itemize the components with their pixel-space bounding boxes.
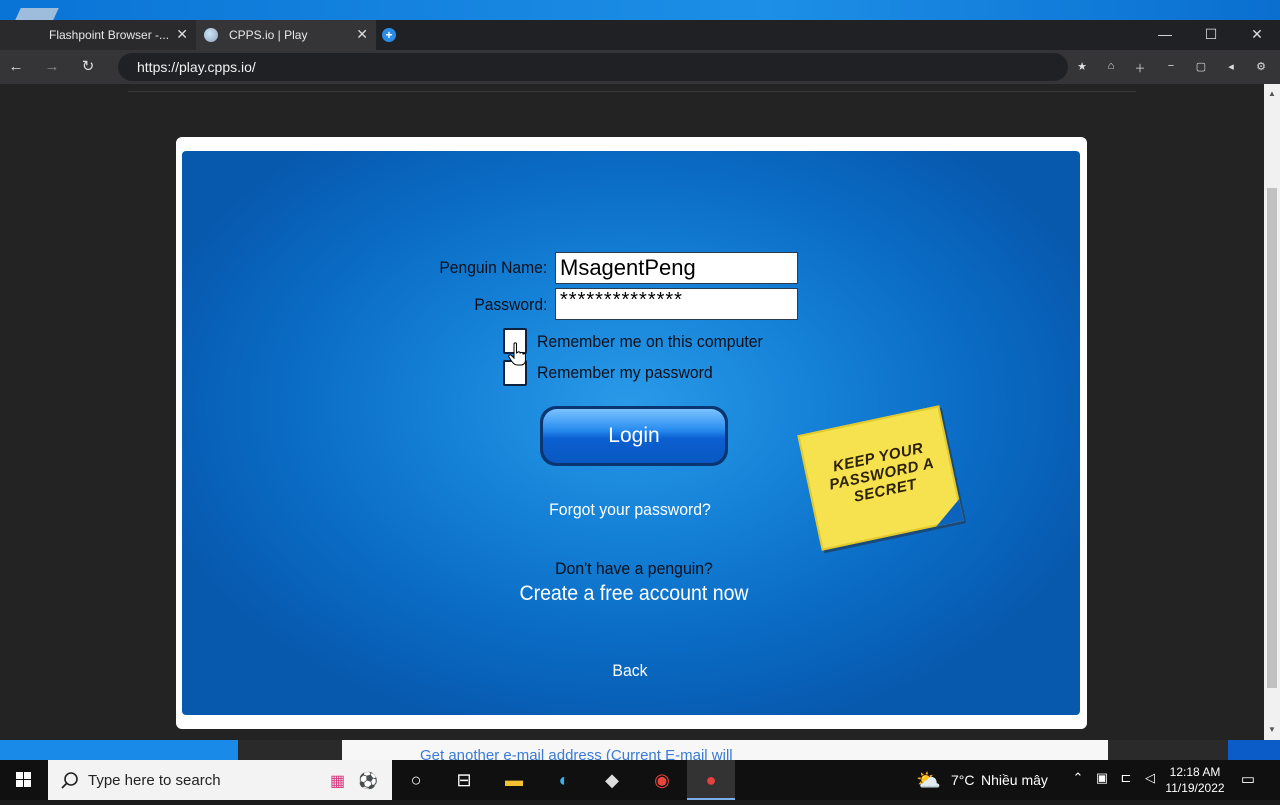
star-icon[interactable]: ★ — [1074, 60, 1090, 73]
penguin-name-input[interactable]: MsagentPeng — [555, 252, 798, 284]
maximize-button[interactable]: ☐ — [1196, 26, 1226, 43]
password-input[interactable]: ************** — [555, 288, 798, 320]
back-arrow-icon[interactable]: ← — [6, 57, 26, 77]
tray-chevron-icon[interactable]: ⌃ — [1068, 770, 1088, 786]
hand-cursor-icon — [508, 342, 526, 366]
minimize-button[interactable]: — — [1150, 26, 1180, 42]
reload-icon[interactable]: ↻ — [78, 57, 98, 77]
weather-cloud-icon: ⛅ — [916, 770, 941, 792]
desktop-icon — [15, 8, 59, 20]
ball-icon: ⚽ — [358, 773, 378, 790]
tab-flashpoint[interactable]: Flashpoint Browser -... ✕ — [0, 20, 196, 50]
create-account-link[interactable]: Create a free account now — [495, 582, 774, 606]
forgot-password-link[interactable]: Forgot your password? — [537, 500, 723, 520]
flashpoint-icon[interactable]: ● — [687, 760, 735, 800]
background-page-edge — [1228, 740, 1280, 760]
tray-app-icon[interactable]: ▣ — [1092, 770, 1112, 786]
remember-password-label: Remember my password — [537, 363, 713, 382]
password-secret-sticky-note: KEEP YOUR PASSWORD A SECRET — [797, 405, 964, 551]
login-button[interactable]: Login — [540, 406, 728, 466]
clock-date: 11/19/2022 — [1165, 781, 1225, 795]
task-view-icon[interactable]: ⊟ — [440, 760, 488, 800]
widget-icon: ▦ — [330, 773, 346, 790]
background-page-banner — [0, 740, 238, 760]
close-tab-icon[interactable]: ✕ — [176, 26, 188, 43]
forward-arrow-icon[interactable]: → — [42, 57, 62, 77]
close-window-button[interactable]: ✕ — [1242, 26, 1272, 43]
taskbar-search-box[interactable]: Type here to search ▦ ⚽ — [48, 760, 392, 800]
weather-condition: Nhiều mây — [981, 772, 1048, 788]
login-panel: Penguin Name: MsagentPeng Password: ****… — [182, 151, 1080, 715]
background-link-text[interactable]: Get another e-mail address (Current E-ma… — [420, 747, 733, 760]
close-tab-icon[interactable]: ✕ — [356, 26, 368, 43]
clock-time: 12:18 AM — [1169, 765, 1221, 779]
remember-computer-label: Remember me on this computer — [537, 332, 763, 351]
taskbar-clock[interactable]: 12:18 AM 11/19/2022 — [1160, 764, 1230, 796]
notification-icon[interactable]: ▭ — [1238, 770, 1258, 788]
tab-bar: Flashpoint Browser -... ✕ CPPS.io | Play… — [0, 20, 1280, 50]
network-icon[interactable]: ⊏ — [1116, 770, 1136, 786]
tab-label: CPPS.io | Play — [229, 28, 308, 42]
background-page-content: Get another e-mail address (Current E-ma… — [342, 740, 1108, 760]
windows-logo-icon — [16, 772, 31, 787]
divider — [128, 91, 1136, 92]
home-icon[interactable]: ⌂ — [1103, 60, 1119, 72]
zoom-in-icon[interactable]: ＋ — [1132, 60, 1148, 76]
volume-icon[interactable]: ◁ — [1140, 770, 1160, 786]
zoom-out-icon[interactable]: − — [1163, 60, 1179, 72]
search-placeholder: Type here to search — [88, 772, 221, 789]
login-button-label: Login — [543, 409, 725, 463]
tab-cpps[interactable]: CPPS.io | Play ✕ — [196, 20, 376, 50]
settings-gear-icon[interactable]: ⚙ — [1253, 60, 1269, 73]
tab-label: Flashpoint Browser -... — [49, 28, 170, 42]
scroll-down-icon[interactable]: ▼ — [1264, 722, 1280, 738]
penguin-name-label: Penguin Name: — [439, 258, 547, 277]
no-penguin-text: Don't have a penguin? — [555, 559, 713, 578]
back-link[interactable]: Back — [584, 661, 677, 681]
weather-temp: 7°C — [951, 772, 975, 788]
globe-icon — [204, 28, 218, 42]
edge-icon[interactable]: ◐ — [540, 760, 588, 800]
sticky-note-text: KEEP YOUR PASSWORD A SECRET — [827, 439, 936, 506]
sticky-note-fold — [931, 499, 964, 527]
new-tab-button[interactable]: + — [382, 28, 396, 42]
windows-start-button[interactable] — [0, 760, 48, 800]
roblox-icon[interactable]: ◆ — [588, 760, 636, 800]
password-label: Password: — [473, 295, 547, 314]
desktop-background — [0, 0, 1280, 20]
cortana-icon[interactable]: ○ — [392, 760, 440, 800]
search-icon — [61, 772, 78, 789]
scroll-up-icon[interactable]: ▲ — [1264, 86, 1280, 102]
scrollbar-thumb[interactable] — [1267, 188, 1277, 688]
address-bar[interactable]: https://play.cpps.io/ — [118, 53, 1068, 81]
file-explorer-icon[interactable]: ▬ — [490, 760, 538, 800]
sound-icon[interactable]: ◂ — [1223, 60, 1239, 73]
chrome-icon[interactable]: ◉ — [638, 760, 686, 800]
fullscreen-icon[interactable]: ▢ — [1193, 60, 1209, 73]
